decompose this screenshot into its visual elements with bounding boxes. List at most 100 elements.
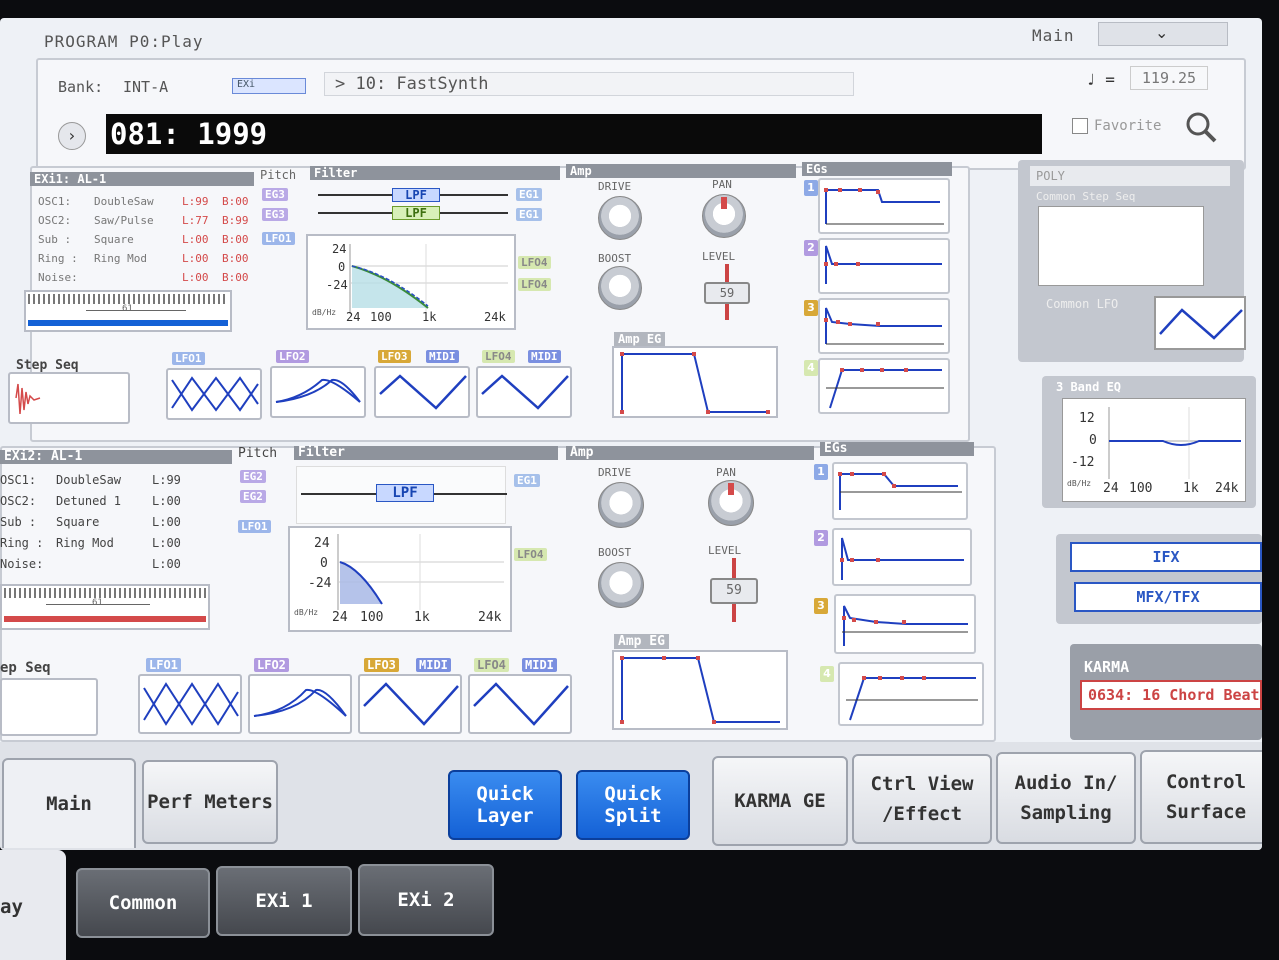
exi1-filter-graph[interactable]: 24 0 -24 24 100 1k 24k dB/Hz: [306, 234, 516, 330]
page-tab-exi1[interactable]: EXi 1: [216, 866, 352, 936]
graph-tick: -12: [1071, 455, 1095, 470]
exi1-eg2-graph[interactable]: [818, 238, 950, 294]
instrument-screen: PROGRAM P0:Play Main ⌄ Bank: INT-A EXi >…: [0, 18, 1262, 850]
drive-knob[interactable]: [598, 482, 644, 528]
graph-tick: 24: [332, 610, 348, 625]
pan-knob[interactable]: [702, 194, 746, 238]
exi2-eg2-graph[interactable]: [832, 528, 972, 586]
exi1-lfo2[interactable]: [270, 366, 366, 418]
exi1-pitch-tag: EG3: [262, 188, 288, 201]
filter-lfo-tag: LFO4: [514, 548, 547, 561]
tab-control-surface[interactable]: Control Surface: [1140, 750, 1262, 844]
common-step-seq-graph[interactable]: [1038, 206, 1204, 286]
page-title: PROGRAM P0:Play: [44, 32, 204, 51]
level-slider[interactable]: 59: [700, 264, 756, 322]
osc-row[interactable]: Sub : Square L:00: [0, 512, 230, 533]
graph-tick: 24k: [478, 610, 502, 625]
exi2-egs-label: EGs: [820, 442, 974, 456]
category-field[interactable]: > 10: FastSynth: [324, 72, 854, 96]
drive-knob[interactable]: [598, 196, 642, 240]
exi2-step-seq[interactable]: [0, 678, 98, 736]
amp-eg-curve: [620, 656, 780, 724]
exi2-eg3-graph[interactable]: [834, 594, 976, 654]
tab-main[interactable]: Main: [2, 758, 136, 848]
graph-tick: 100: [370, 310, 392, 324]
midi-tag: MIDI: [528, 350, 561, 363]
exi1-step-seq[interactable]: [8, 372, 130, 424]
graph-tick: 1k: [1183, 481, 1199, 496]
pan-knob[interactable]: [708, 480, 754, 526]
tab-ctrl-view[interactable]: Ctrl View /Effect: [852, 754, 992, 844]
boost-knob[interactable]: [598, 562, 644, 608]
page-tab-play[interactable]: ay: [0, 850, 66, 960]
exi2-lfo2[interactable]: [248, 674, 352, 734]
exi2-pitch-tag: EG2: [240, 470, 266, 483]
program-next-icon[interactable]: ›: [58, 122, 86, 150]
exi1-pitch-tag: EG3: [262, 208, 288, 221]
eq-graph[interactable]: 12 0 -12 24 100 1k 24k dB/Hz: [1062, 398, 1246, 502]
graph-tick: 24k: [1215, 481, 1239, 496]
exi1-title: EXi1: AL-1: [30, 172, 254, 186]
exi2-filter-graph[interactable]: 24 0 -24 24 100 1k 24k dB/Hz: [288, 526, 512, 632]
poly-field[interactable]: POLY: [1030, 166, 1230, 186]
exi2-lfo1[interactable]: [138, 674, 242, 734]
osc-row[interactable]: Noise: L:00 B:00: [38, 268, 258, 287]
karma-field[interactable]: 0634: 16 Chord Beat: [1080, 680, 1262, 710]
exi2-lfo4[interactable]: [468, 674, 572, 734]
boost-knob[interactable]: [598, 266, 642, 310]
keyboard-icon: [4, 588, 206, 598]
filter-type-button[interactable]: LPF: [376, 484, 434, 502]
program-name[interactable]: 081: 1999: [106, 114, 1042, 154]
osc-row[interactable]: Ring : Ring Mod L:00 B:00: [38, 249, 258, 268]
exi1-key-range[interactable]: 61: [24, 290, 232, 332]
exi2-key-range[interactable]: 61: [0, 584, 210, 630]
exi2-amp-eg-graph[interactable]: [612, 650, 788, 730]
ifx-button[interactable]: IFX: [1070, 542, 1262, 572]
exi1-amp-eg-graph[interactable]: [612, 346, 778, 418]
mfx-tfx-button[interactable]: MFX/TFX: [1074, 582, 1262, 612]
graph-tick: 24k: [484, 310, 506, 324]
quick-layer-button[interactable]: Quick Layer: [448, 770, 562, 840]
range-line: [46, 604, 150, 605]
page-tab-common[interactable]: Common: [76, 868, 210, 938]
osc-row[interactable]: OSC1: DoubleSaw L:99 B:00: [38, 192, 258, 211]
favorite-checkbox[interactable]: [1072, 118, 1088, 134]
exi1-lfo1[interactable]: [166, 368, 262, 420]
exi2-eg1-graph[interactable]: [832, 462, 968, 520]
search-icon[interactable]: [1184, 110, 1218, 144]
exi1-eg1-graph[interactable]: [818, 178, 950, 234]
bank-value[interactable]: INT-A: [123, 78, 168, 96]
quick-split-button[interactable]: Quick Split: [576, 770, 690, 840]
level-value: 59: [710, 578, 758, 604]
exi1-eg3-graph[interactable]: [818, 298, 950, 354]
eg-number: 4: [804, 360, 818, 376]
tab-karma-ge[interactable]: KARMA GE: [712, 756, 848, 846]
osc-row[interactable]: OSC2: Detuned 1 L:00: [0, 491, 230, 512]
level-slider[interactable]: 59: [706, 558, 762, 624]
osc-row[interactable]: Ring : Ring Mod L:00: [0, 533, 230, 554]
page-tab-exi2[interactable]: EXi 2: [358, 864, 494, 936]
exi1-eg4-graph[interactable]: [818, 358, 950, 414]
osc-row[interactable]: OSC1: DoubleSaw L:99: [0, 470, 230, 491]
tempo-field[interactable]: 119.25: [1130, 66, 1208, 90]
filter-type-button[interactable]: LPF: [392, 188, 440, 202]
exi1-egs-label: EGs: [802, 162, 952, 176]
tab-audio-in[interactable]: Audio In/ Sampling: [996, 752, 1136, 844]
common-lfo-graph[interactable]: [1154, 296, 1246, 350]
exi2-eg4-graph[interactable]: [838, 662, 984, 726]
osc-row[interactable]: Sub : Square L:00 B:00: [38, 230, 258, 249]
favorite-label: Favorite: [1094, 118, 1162, 134]
filter-type-button[interactable]: LPF: [392, 206, 440, 220]
exi1-lfo4[interactable]: [476, 366, 572, 418]
midi-tag: MIDI: [426, 350, 459, 363]
osc-row[interactable]: OSC2: Saw/Pulse L:77 B:99: [38, 211, 258, 230]
exi2-lfo3[interactable]: [358, 674, 462, 734]
mode-dropdown[interactable]: ⌄: [1098, 22, 1228, 46]
exi-tag: EXi: [232, 78, 306, 94]
graph-tick: -24: [308, 576, 332, 591]
exi1-lfo3[interactable]: [374, 366, 470, 418]
osc-row[interactable]: Noise: L:00: [0, 554, 230, 575]
eg-number: 3: [814, 598, 828, 614]
tab-perf-meters[interactable]: Perf Meters: [142, 760, 278, 844]
exi2-pitch-tag: LFO1: [238, 520, 271, 533]
